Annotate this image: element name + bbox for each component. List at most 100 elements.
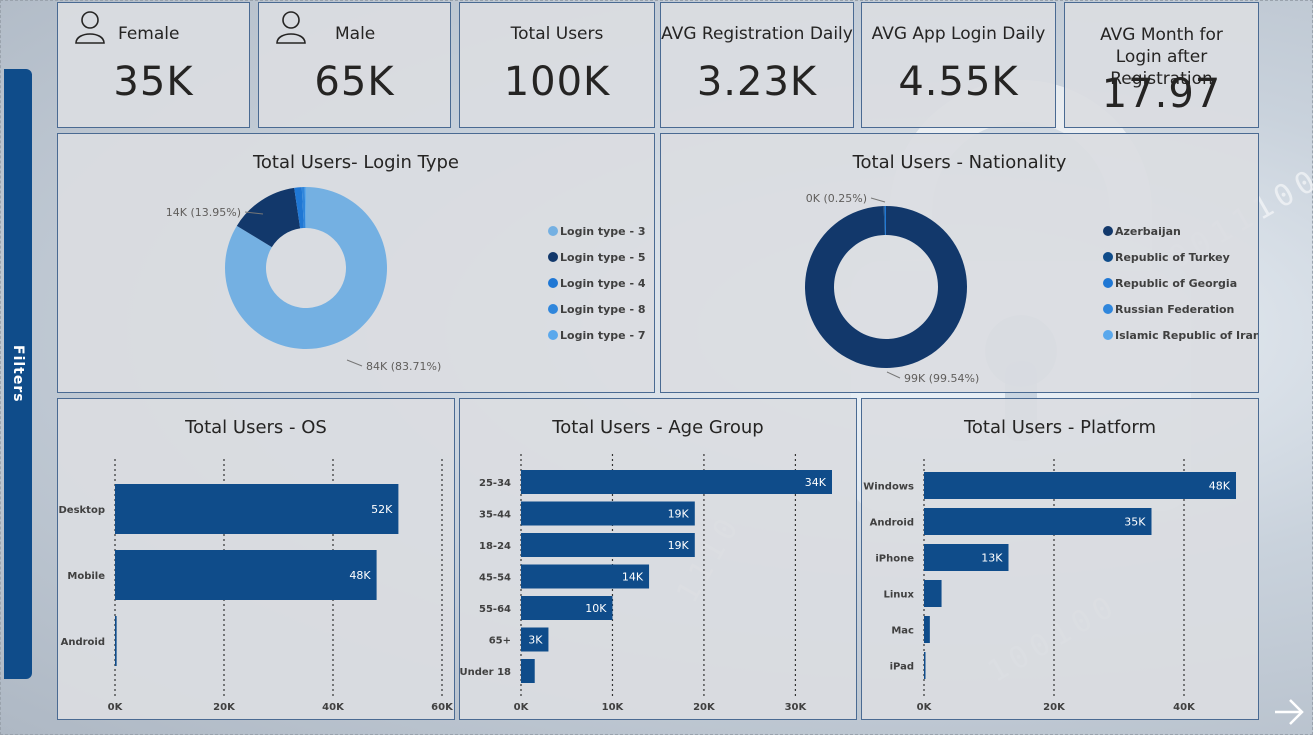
- legend-item[interactable]: Republic of Georgia: [1115, 277, 1237, 290]
- y-category-label: Linux: [884, 590, 915, 601]
- female-user-icon: [75, 11, 105, 44]
- bar-value-label: 35K: [1124, 516, 1146, 529]
- legend-marker: [548, 252, 558, 262]
- x-tick-label: 20K: [1043, 702, 1066, 713]
- kpi-label: Total Users: [510, 24, 604, 44]
- y-category-label: 18-24: [479, 541, 511, 552]
- bar-value-label: 19K: [668, 508, 690, 521]
- bar-value-label: 34K: [805, 476, 827, 489]
- bar-value-label: 48K: [1209, 480, 1231, 493]
- bar-25-34[interactable]: [521, 470, 832, 494]
- kpi-male-card[interactable]: Male 65K: [258, 2, 451, 128]
- bar-ipad[interactable]: [924, 652, 926, 679]
- kpi-label: AVG App Login Daily: [871, 24, 1046, 44]
- nationality-chart[interactable]: Total Users - Nationality 99K (99.54%) 0K…: [660, 133, 1259, 393]
- x-tick-label: 60K: [431, 702, 454, 713]
- next-page-arrow-icon[interactable]: [1271, 694, 1307, 730]
- legend-marker: [1103, 330, 1113, 340]
- y-category-label: Android: [61, 637, 105, 648]
- x-tick-label: 40K: [322, 702, 345, 713]
- kpi-female-card[interactable]: Female 35K: [57, 2, 250, 128]
- login-type-chart[interactable]: Total Users- Login Type 84K (83.71%) 14K …: [57, 133, 655, 393]
- legend-marker: [1103, 226, 1113, 236]
- bar-value-label: 14K: [622, 571, 644, 584]
- age-group-chart[interactable]: Total Users - Age Group 0K 10K 20K 30K 25-34…: [459, 398, 857, 720]
- bar-android[interactable]: [115, 616, 117, 666]
- donut-slice-azerbaijan[interactable]: [805, 206, 968, 368]
- legend-item[interactable]: Login type - 7: [560, 329, 646, 342]
- legend-item[interactable]: Russian Federation: [1115, 303, 1234, 316]
- legend-marker: [548, 278, 558, 288]
- kpi-value: 65K: [314, 59, 395, 105]
- legend-marker: [1103, 278, 1113, 288]
- bar-windows[interactable]: [924, 472, 1236, 499]
- x-tick-label: 20K: [693, 702, 716, 713]
- male-user-icon: [276, 11, 306, 44]
- kpi-total-users-card[interactable]: Total Users 100K: [459, 2, 655, 128]
- bar-linux[interactable]: [924, 580, 942, 607]
- x-tick-label: 0K: [917, 702, 933, 713]
- legend-marker: [1103, 304, 1113, 314]
- y-category-label: iPhone: [875, 554, 914, 565]
- legend-item[interactable]: Login type - 5: [560, 251, 646, 264]
- age-group-bar-chart: 0K 10K 20K 30K 25-34 34K 35-44 19K 18-24 19K 45-54…: [460, 454, 832, 713]
- bar-value-label: 52K: [371, 503, 393, 516]
- legend-item[interactable]: Login type - 4: [560, 277, 646, 290]
- donut-data-label: 99K (99.54%): [904, 372, 979, 385]
- bar-value-label: 10K: [585, 602, 607, 615]
- legend-item[interactable]: Islamic Republic of Iran: [1115, 329, 1259, 342]
- legend-item[interactable]: Republic of Turkey: [1115, 251, 1230, 264]
- bar-value-label: 13K: [981, 552, 1003, 565]
- y-category-label: Mobile: [67, 571, 105, 582]
- y-category-label: 65+: [489, 636, 511, 647]
- bar-mobile[interactable]: [115, 550, 377, 600]
- bar-under-18[interactable]: [521, 659, 535, 683]
- kpi-value: 35K: [113, 59, 194, 105]
- legend-item[interactable]: Login type - 3: [560, 225, 646, 238]
- donut-data-label: 84K (83.71%): [366, 360, 441, 373]
- legend-item[interactable]: Login type - 8: [560, 303, 646, 316]
- bar-android[interactable]: [924, 508, 1152, 535]
- legend-marker: [548, 226, 558, 236]
- platform-chart[interactable]: Total Users - Platform 0K 20K 40K Windows 48…: [861, 398, 1259, 720]
- kpi-avg-registration-card[interactable]: AVG Registration Daily 3.23K: [660, 2, 854, 128]
- x-tick-label: 40K: [1173, 702, 1196, 713]
- y-category-label: 55-64: [479, 604, 511, 615]
- kpi-value: 3.23K: [696, 59, 818, 105]
- y-category-label: 35-44: [479, 510, 511, 521]
- filters-pane-toggle[interactable]: Filters: [4, 69, 32, 679]
- kpi-label: Male: [335, 24, 376, 44]
- bar-mac[interactable]: [924, 616, 930, 643]
- login-type-donut: 84K (83.71%) 14K (13.95%) Login type - 3 Lo…: [166, 187, 646, 373]
- os-chart[interactable]: Total Users - OS 0K 20K 40K 60K Desktop 52K Mo…: [57, 398, 455, 720]
- legend-marker: [548, 330, 558, 340]
- y-category-label: iPad: [890, 662, 914, 673]
- os-bar-chart: 0K 20K 40K 60K Desktop 52K Mobile 48K Android: [59, 459, 454, 713]
- bar-value-label: 48K: [349, 569, 371, 582]
- kpi-label: AVG Registration Daily: [661, 24, 853, 44]
- x-tick-label: 30K: [785, 702, 808, 713]
- y-category-label: Under 18: [460, 667, 511, 678]
- y-category-label: 45-54: [479, 573, 511, 584]
- x-tick-label: 20K: [213, 702, 236, 713]
- kpi-avg-login-card[interactable]: AVG App Login Daily 4.55K: [861, 2, 1056, 128]
- y-category-label: 25-34: [479, 478, 511, 489]
- bar-value-label: 19K: [668, 539, 690, 552]
- filters-label: Filters: [10, 345, 26, 403]
- kpi-label: Female: [118, 24, 180, 44]
- x-tick-label: 0K: [514, 702, 530, 713]
- legend-marker: [548, 304, 558, 314]
- legend-marker: [1103, 252, 1113, 262]
- kpi-avg-month-login-card[interactable]: AVG Month for Login after Registration 1…: [1064, 2, 1259, 128]
- platform-bar-chart: 0K 20K 40K Windows 48K Android 35K iPhone 13K Lin…: [863, 459, 1236, 713]
- legend-item[interactable]: Azerbaijan: [1115, 225, 1181, 238]
- report-canvas: 0011100 100100 1110 Filters Female 35K M…: [0, 0, 1313, 735]
- y-category-label: Windows: [863, 482, 914, 493]
- x-tick-label: 10K: [602, 702, 625, 713]
- bar-desktop[interactable]: [115, 484, 399, 534]
- y-category-label: Android: [870, 518, 914, 529]
- y-category-label: Mac: [891, 626, 914, 637]
- kpi-value: 4.55K: [898, 59, 1019, 105]
- x-tick-label: 0K: [108, 702, 124, 713]
- y-category-label: Desktop: [59, 505, 106, 516]
